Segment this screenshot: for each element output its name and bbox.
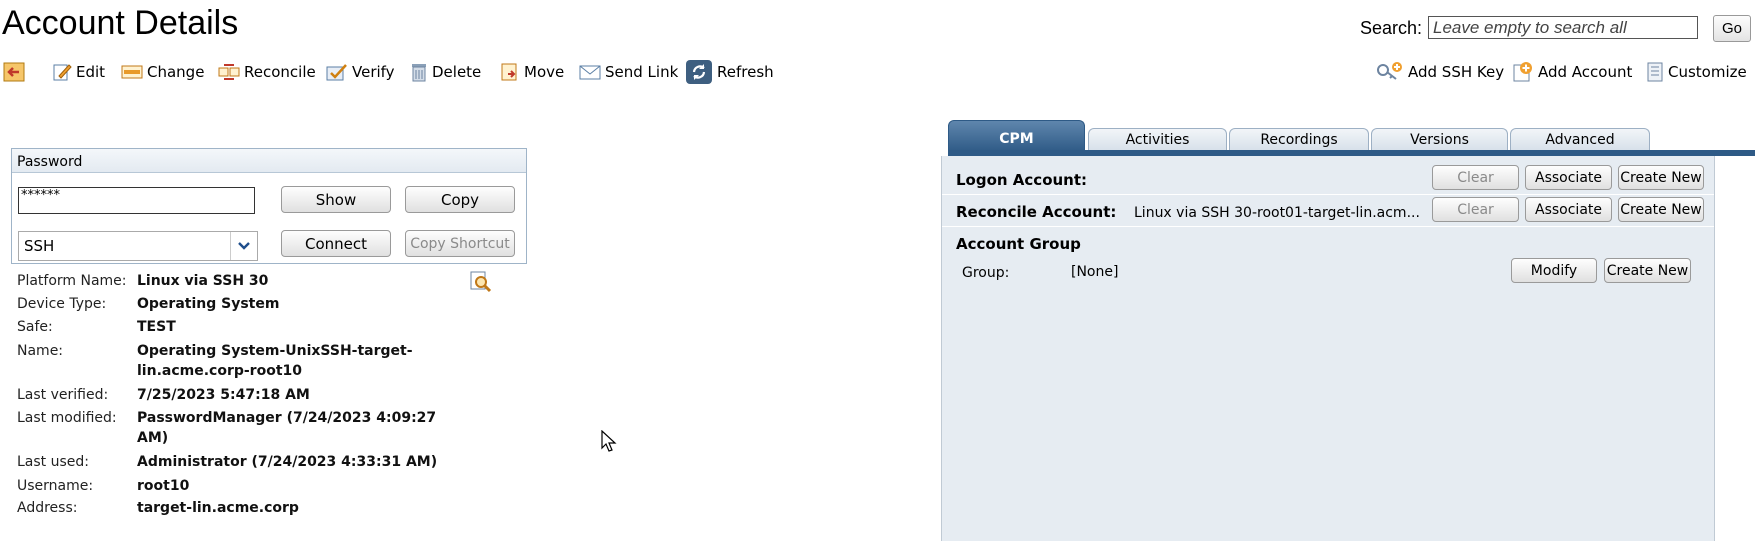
device-type-value: Operating System [137,296,280,312]
group-value: [None] [1071,264,1119,280]
mouse-cursor-icon [601,429,617,458]
row-separator [942,194,1714,195]
account-tabs: CPM Activities Recordings Versions Advan… [948,120,1755,152]
safe-value: TEST [137,319,176,335]
last-used-value: Administrator (7/24/2023 4:33:31 AM) [137,454,438,470]
verify-icon [326,64,347,81]
reconcile-button[interactable]: Reconcile [218,60,316,84]
address-label: Address: [17,500,78,516]
last-modified-label: Last modified: [17,410,117,426]
move-button[interactable]: Move [500,60,564,84]
group-modify-button[interactable]: Modify [1511,258,1597,283]
platform-name-value: Linux via SSH 30 [137,273,269,289]
delete-button[interactable]: Delete [410,60,481,84]
last-verified-label: Last verified: [17,387,109,403]
go-button[interactable]: Go [1713,15,1751,42]
change-label: Change [147,63,205,81]
group-label: Group: [962,265,1010,281]
last-used-label: Last used: [17,454,89,470]
name-label: Name: [17,343,64,359]
search-input[interactable] [1428,16,1698,39]
tab-versions[interactable]: Versions [1371,128,1508,152]
customize-button[interactable]: Customize [1646,60,1747,84]
password-field[interactable]: ****** [18,187,255,214]
connect-button[interactable]: Connect [281,230,391,257]
back-arrow-icon [3,62,25,82]
tab-cpm[interactable]: CPM [948,120,1085,152]
row-separator [942,226,1714,227]
reconcile-account-label: Reconcile Account: [956,203,1117,221]
username-value: root10 [137,478,190,494]
add-ssh-key-button[interactable]: Add SSH Key [1376,60,1504,84]
add-account-icon [1513,62,1532,82]
logon-create-new-button[interactable]: Create New [1618,165,1704,190]
platform-name-label: Platform Name: [17,273,127,289]
chevron-down-icon[interactable] [230,232,257,260]
add-ssh-key-label: Add SSH Key [1408,63,1505,81]
device-type-label: Device Type: [17,296,107,312]
add-account-button[interactable]: Add Account [1512,60,1632,84]
last-verified-value: 7/25/2023 5:47:18 AM [137,387,310,403]
safe-label: Safe: [17,319,53,335]
change-icon [121,65,143,79]
logon-clear-button[interactable]: Clear [1432,165,1519,190]
add-account-label: Add Account [1538,63,1633,81]
reconcile-label: Reconcile [244,63,316,81]
account-group-heading: Account Group [956,235,1081,253]
back-button[interactable] [3,60,29,84]
logon-associate-button[interactable]: Associate [1525,165,1612,190]
search-label: Search: [1360,18,1423,38]
show-button[interactable]: Show [281,186,391,213]
reconcile-clear-button[interactable]: Clear [1432,197,1519,222]
envelope-icon [579,65,601,80]
change-button[interactable]: Change [121,60,204,84]
refresh-button[interactable]: Refresh [685,60,774,84]
reconcile-icon [218,64,240,80]
trash-icon [412,64,426,82]
connection-component-value: SSH [24,237,55,255]
cpm-panel: Logon Account: Clear Associate Create Ne… [941,156,1715,541]
edit-button[interactable]: Edit [52,60,105,84]
refresh-icon [686,60,712,84]
tab-recordings[interactable]: Recordings [1229,128,1369,152]
copy-button[interactable]: Copy [405,186,515,213]
connection-component-select[interactable]: SSH [18,231,258,261]
move-label: Move [524,63,565,81]
username-label: Username: [17,478,94,494]
edit-icon [53,64,72,81]
page-title: Account Details [2,4,239,42]
reconcile-associate-button[interactable]: Associate [1525,197,1612,222]
customize-icon [1647,62,1663,82]
platform-details-magnifier-icon[interactable] [470,271,492,297]
name-value: Operating System-UnixSSH-target- lin.acm… [137,343,413,379]
reconcile-account-value: Linux via SSH 30-root01-target-lin.acm..… [1134,205,1420,221]
move-icon [501,63,517,81]
key-add-icon [1377,62,1402,80]
send-link-button[interactable]: Send Link [579,60,678,84]
verify-label: Verify [352,63,395,81]
edit-label: Edit [76,63,106,81]
delete-label: Delete [432,63,482,81]
tab-activities[interactable]: Activities [1088,128,1227,152]
reconcile-create-new-button[interactable]: Create New [1618,197,1704,222]
refresh-label: Refresh [717,63,774,81]
send-link-label: Send Link [605,63,679,81]
logon-account-label: Logon Account: [956,171,1088,189]
address-value: target-lin.acme.corp [137,500,299,516]
customize-label: Customize [1668,63,1747,81]
password-panel: Password ****** Show Copy SSH Connect Co… [11,148,527,264]
copy-shortcut-button[interactable]: Copy Shortcut [405,230,515,257]
tab-advanced[interactable]: Advanced [1510,128,1650,152]
last-modified-value: PasswordManager (7/24/2023 4:09:27 AM) [137,410,437,446]
password-panel-header: Password [12,149,526,173]
verify-button[interactable]: Verify [326,60,395,84]
group-create-new-button[interactable]: Create New [1604,258,1691,283]
